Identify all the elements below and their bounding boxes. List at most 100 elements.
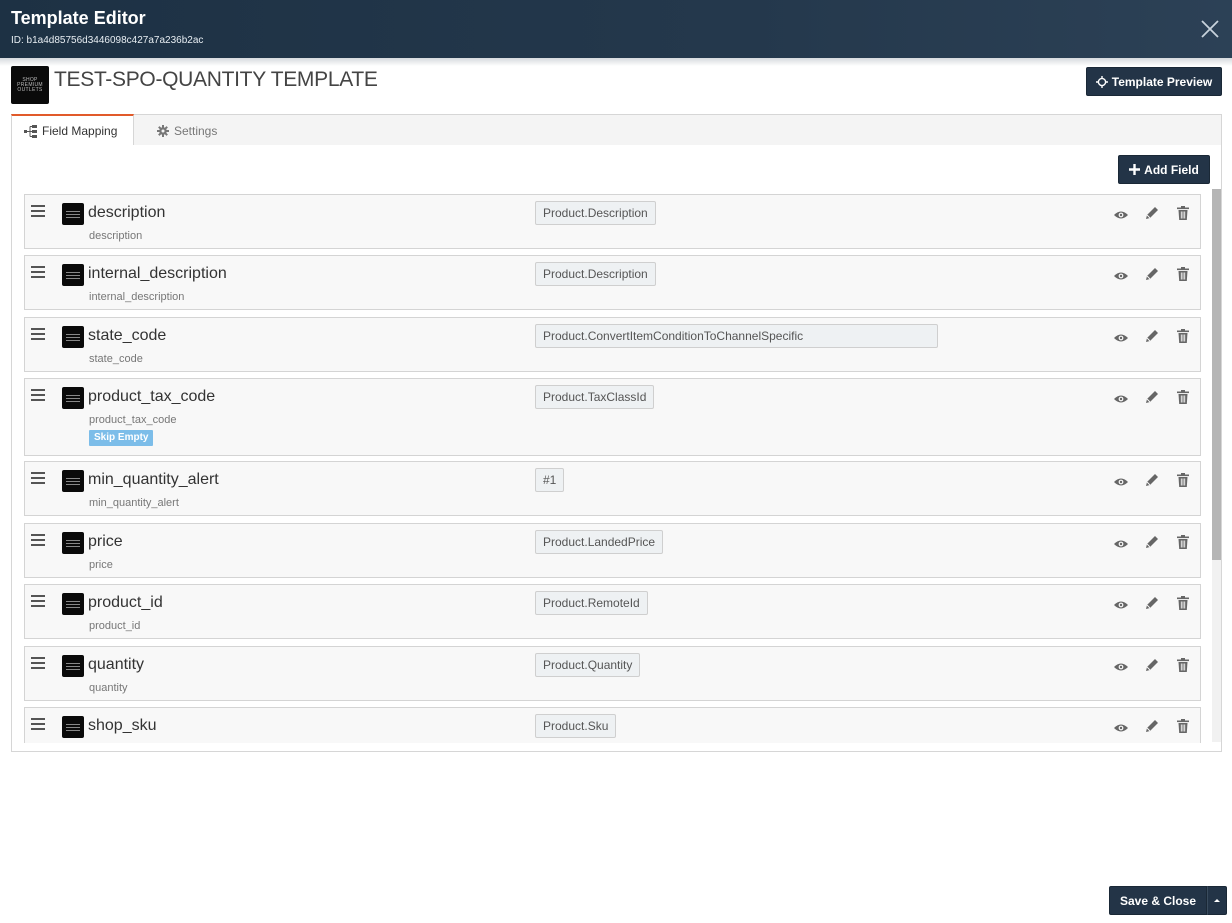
field-row[interactable]: product_id product_id Product.RemoteId: [24, 584, 1201, 639]
pencil-icon[interactable]: [1144, 389, 1160, 405]
field-mapping-value: Product.RemoteId: [535, 591, 648, 615]
scrollbar-thumb[interactable]: [1212, 189, 1221, 560]
field-key: product_tax_code: [89, 414, 177, 426]
tab-settings[interactable]: Settings: [145, 114, 229, 147]
drag-handle-icon[interactable]: [31, 657, 45, 669]
field-key: internal_description: [89, 291, 185, 303]
save-options-dropdown[interactable]: [1207, 886, 1227, 915]
drag-handle-icon[interactable]: [31, 472, 45, 484]
field-channel-icon: [62, 470, 84, 492]
template-preview-button[interactable]: Template Preview: [1086, 67, 1222, 96]
eye-icon[interactable]: [1113, 391, 1129, 407]
tab-bar: Field Mapping Settings: [11, 114, 1222, 147]
template-preview-label: Template Preview: [1111, 74, 1213, 89]
trash-icon[interactable]: [1175, 205, 1191, 221]
trash-icon[interactable]: [1175, 328, 1191, 344]
drag-handle-icon[interactable]: [31, 205, 45, 217]
field-channel-icon: [62, 532, 84, 554]
pencil-icon[interactable]: [1144, 328, 1160, 344]
tab-settings-label: Settings: [174, 123, 218, 138]
eye-icon[interactable]: [1113, 268, 1129, 284]
gear-icon: [157, 124, 169, 137]
field-row[interactable]: shop_skushop_skuProduct.Sku: [24, 707, 1201, 743]
close-icon[interactable]: [1198, 17, 1222, 41]
field-key: price: [89, 559, 113, 571]
drag-handle-icon[interactable]: [31, 534, 45, 546]
field-channel-icon: [62, 387, 84, 409]
field-channel-icon: [62, 203, 84, 225]
tab-field-mapping-label: Field Mapping: [42, 124, 118, 138]
window-title: Template Editor: [11, 8, 146, 28]
eye-icon[interactable]: [1113, 536, 1129, 552]
field-key: min_quantity_alert: [89, 497, 179, 509]
eye-icon[interactable]: [1113, 207, 1129, 223]
crosshair-icon: [1095, 75, 1108, 88]
field-channel-icon: [62, 716, 84, 738]
field-key: quantity: [89, 682, 128, 694]
field-name: quantity: [88, 656, 145, 673]
eye-icon[interactable]: [1113, 597, 1129, 613]
trash-icon[interactable]: [1175, 266, 1191, 282]
field-name: state_code: [88, 327, 167, 344]
eye-icon[interactable]: [1113, 474, 1129, 490]
drag-handle-icon[interactable]: [31, 718, 45, 730]
header-shadow: [0, 58, 1232, 66]
field-row[interactable]: description description Product.Descriptio…: [24, 194, 1201, 249]
eye-icon[interactable]: [1113, 720, 1129, 736]
field-key: state_code: [89, 353, 143, 365]
add-field-button[interactable]: Add Field: [1118, 155, 1210, 184]
pencil-icon[interactable]: [1144, 205, 1160, 221]
field-row[interactable]: product_tax_code product_tax_code Skip Emp…: [24, 378, 1201, 456]
field-row[interactable]: internal_description internal_description…: [24, 255, 1201, 310]
trash-icon[interactable]: [1175, 718, 1191, 734]
field-name: product_id: [88, 594, 163, 611]
field-row[interactable]: state_code state_code Product.ConvertItemC…: [24, 317, 1201, 372]
skip-empty-badge: Skip Empty: [89, 430, 154, 446]
trash-icon[interactable]: [1175, 472, 1191, 488]
trash-icon[interactable]: [1175, 389, 1191, 405]
tab-field-mapping[interactable]: Field Mapping: [11, 114, 134, 147]
template-name: TEST-SPO-QUANTITY TEMPLATE: [54, 68, 378, 91]
trash-icon[interactable]: [1175, 534, 1191, 550]
field-mapping-value: Product.ConvertItemConditionToChannelSpe…: [535, 324, 938, 348]
template-id: ID: b1a4d85756d3446098c427a7a236b2ac: [11, 35, 204, 46]
drag-handle-icon[interactable]: [31, 266, 45, 278]
trash-icon[interactable]: [1175, 595, 1191, 611]
drag-handle-icon[interactable]: [31, 328, 45, 340]
sitemap-icon: [24, 124, 37, 138]
eye-icon[interactable]: [1113, 659, 1129, 675]
field-mapping-value: Product.Description: [535, 262, 656, 286]
field-row[interactable]: min_quantity_alert min_quantity_alert #1: [24, 461, 1201, 516]
pencil-icon[interactable]: [1144, 534, 1160, 550]
field-list-scrollbar[interactable]: [1212, 189, 1221, 742]
field-list: description description Product.Descriptio…: [24, 190, 1202, 743]
template-logo: SHOP PREMIUM OUTLETS: [11, 66, 49, 104]
add-field-label: Add Field: [1144, 162, 1199, 177]
drag-handle-icon[interactable]: [31, 389, 45, 401]
eye-icon[interactable]: [1113, 330, 1129, 346]
field-channel-icon: [62, 326, 84, 348]
pencil-icon[interactable]: [1144, 595, 1160, 611]
pencil-icon[interactable]: [1144, 472, 1160, 488]
field-name: product_tax_code: [88, 388, 216, 405]
field-mapping-value: Product.Quantity: [535, 653, 641, 677]
save-close-button[interactable]: Save & Close: [1109, 886, 1207, 915]
pencil-icon[interactable]: [1144, 657, 1160, 673]
field-mapping-value: Product.Description: [535, 201, 656, 225]
field-mapping-value: Product.LandedPrice: [535, 530, 664, 554]
pencil-icon[interactable]: [1144, 718, 1160, 734]
pencil-icon[interactable]: [1144, 266, 1160, 282]
field-row[interactable]: quantity quantity Product.Quantity: [24, 646, 1201, 701]
field-name: description: [88, 204, 166, 221]
field-name: price: [88, 533, 123, 550]
field-channel-icon: [62, 264, 84, 286]
field-key: product_id: [89, 620, 141, 632]
window-titlebar: Template Editor ID: b1a4d85756d3446098c4…: [0, 0, 1232, 58]
field-row[interactable]: price price Product.LandedPrice: [24, 523, 1201, 578]
field-mapping-value: Product.TaxClassId: [535, 385, 655, 409]
field-name: internal_description: [88, 265, 227, 282]
field-mapping-value: #1: [535, 468, 565, 492]
trash-icon[interactable]: [1175, 657, 1191, 673]
drag-handle-icon[interactable]: [31, 595, 45, 607]
plus-icon: [1129, 164, 1141, 175]
